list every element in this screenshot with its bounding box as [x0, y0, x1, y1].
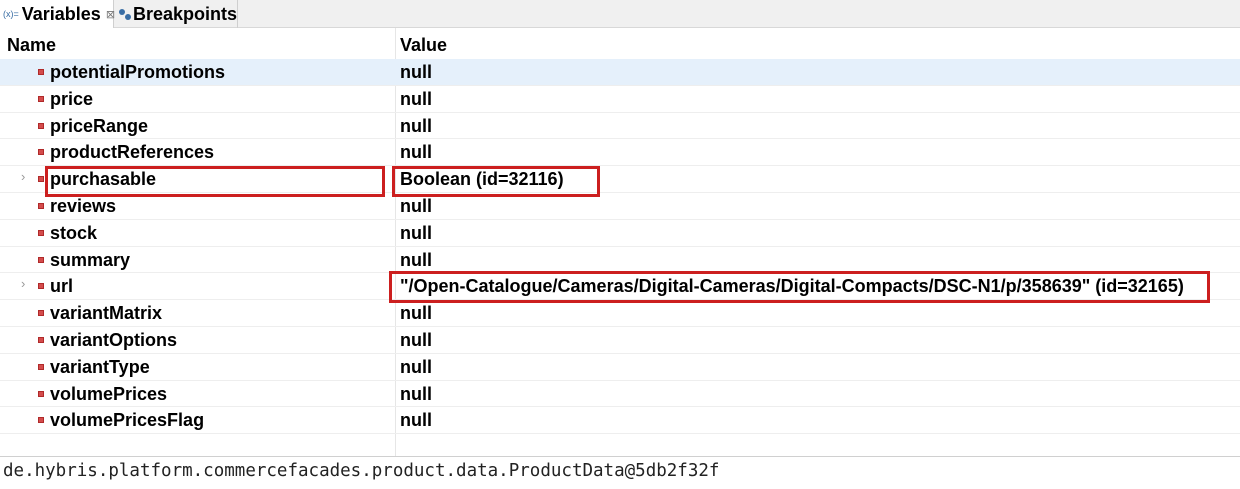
- variable-name: summary: [50, 249, 131, 270]
- field-icon: [38, 176, 44, 183]
- highlight-box-purchasable-value: [392, 166, 600, 197]
- highlight-box-purchasable-name: [45, 166, 385, 197]
- column-header-value[interactable]: Value: [400, 35, 447, 56]
- variable-value: null: [400, 383, 432, 404]
- table-row[interactable]: variantMatrix null: [0, 300, 1240, 327]
- variable-name: productReferences: [50, 142, 215, 163]
- chevron-right-icon[interactable]: ›: [21, 276, 25, 291]
- variable-value: null: [400, 222, 432, 243]
- variable-value: null: [400, 329, 432, 350]
- tab-variables-label: Variables: [21, 3, 101, 24]
- field-icon: [38, 336, 44, 343]
- breakpoints-icon: [118, 7, 131, 21]
- variable-name: priceRange: [50, 115, 149, 136]
- tab-bar: (x)= Variables ⊠ Breakpoints: [0, 0, 1240, 28]
- table-row[interactable]: volumePrices null: [0, 381, 1240, 408]
- variables-table: potentialPromotions null price null pric…: [0, 59, 1240, 435]
- table-row[interactable]: reviews null: [0, 193, 1240, 220]
- variable-name: stock: [50, 222, 98, 243]
- field-icon: [38, 310, 44, 317]
- table-row[interactable]: volumePricesFlag null: [0, 407, 1240, 435]
- field-icon: [38, 283, 44, 290]
- detail-pane[interactable]: de.hybris.platform.commercefacades.produ…: [0, 456, 1240, 489]
- field-icon: [38, 229, 44, 236]
- table-row[interactable]: summary null: [0, 247, 1240, 274]
- variable-value: null: [400, 356, 432, 377]
- field-icon: [38, 95, 44, 102]
- variable-name: reviews: [50, 195, 117, 216]
- tab-variables[interactable]: (x)= Variables ⊠: [0, 0, 115, 28]
- table-row[interactable]: variantType null: [0, 354, 1240, 381]
- variable-value: null: [400, 195, 432, 216]
- variable-value: null: [400, 249, 432, 270]
- variable-name: variantType: [50, 356, 150, 377]
- highlight-box-url-value: [389, 271, 1210, 303]
- table-row[interactable]: priceRange null: [0, 113, 1240, 140]
- tab-breakpoints-label: Breakpoints: [132, 3, 237, 24]
- field-icon: [38, 256, 44, 263]
- variable-value: null: [400, 88, 432, 109]
- variable-value: null: [400, 62, 432, 82]
- field-icon: [38, 417, 44, 424]
- variables-icon: (x)=: [3, 9, 19, 19]
- table-row[interactable]: price null: [0, 86, 1240, 113]
- variable-value: null: [400, 303, 432, 324]
- table-header: Name Value: [0, 28, 1240, 58]
- variable-value: null: [400, 115, 432, 136]
- field-icon: [38, 149, 44, 156]
- variable-name: url: [50, 276, 74, 297]
- field-icon: [38, 202, 44, 209]
- column-header-name[interactable]: Name: [7, 35, 56, 56]
- table-row[interactable]: productReferences null: [0, 139, 1240, 167]
- variable-name: variantMatrix: [50, 303, 163, 324]
- variable-name: variantOptions: [50, 329, 178, 350]
- field-icon: [38, 122, 44, 129]
- variable-value: null: [400, 142, 432, 163]
- variable-value: null: [400, 410, 432, 431]
- table-row[interactable]: stock null: [0, 220, 1240, 247]
- detail-text: de.hybris.platform.commercefacades.produ…: [3, 461, 720, 481]
- field-icon: [38, 69, 44, 75]
- variable-name: volumePricesFlag: [50, 410, 205, 431]
- variable-name: price: [50, 88, 94, 109]
- table-row[interactable]: potentialPromotions null: [0, 59, 1240, 86]
- chevron-right-icon[interactable]: ›: [21, 169, 25, 184]
- field-icon: [38, 363, 44, 370]
- variable-name: volumePrices: [50, 383, 168, 404]
- field-icon: [38, 390, 44, 397]
- tab-breakpoints[interactable]: Breakpoints: [114, 0, 238, 28]
- variable-name: potentialPromotions: [50, 62, 225, 82]
- table-row[interactable]: variantOptions null: [0, 327, 1240, 354]
